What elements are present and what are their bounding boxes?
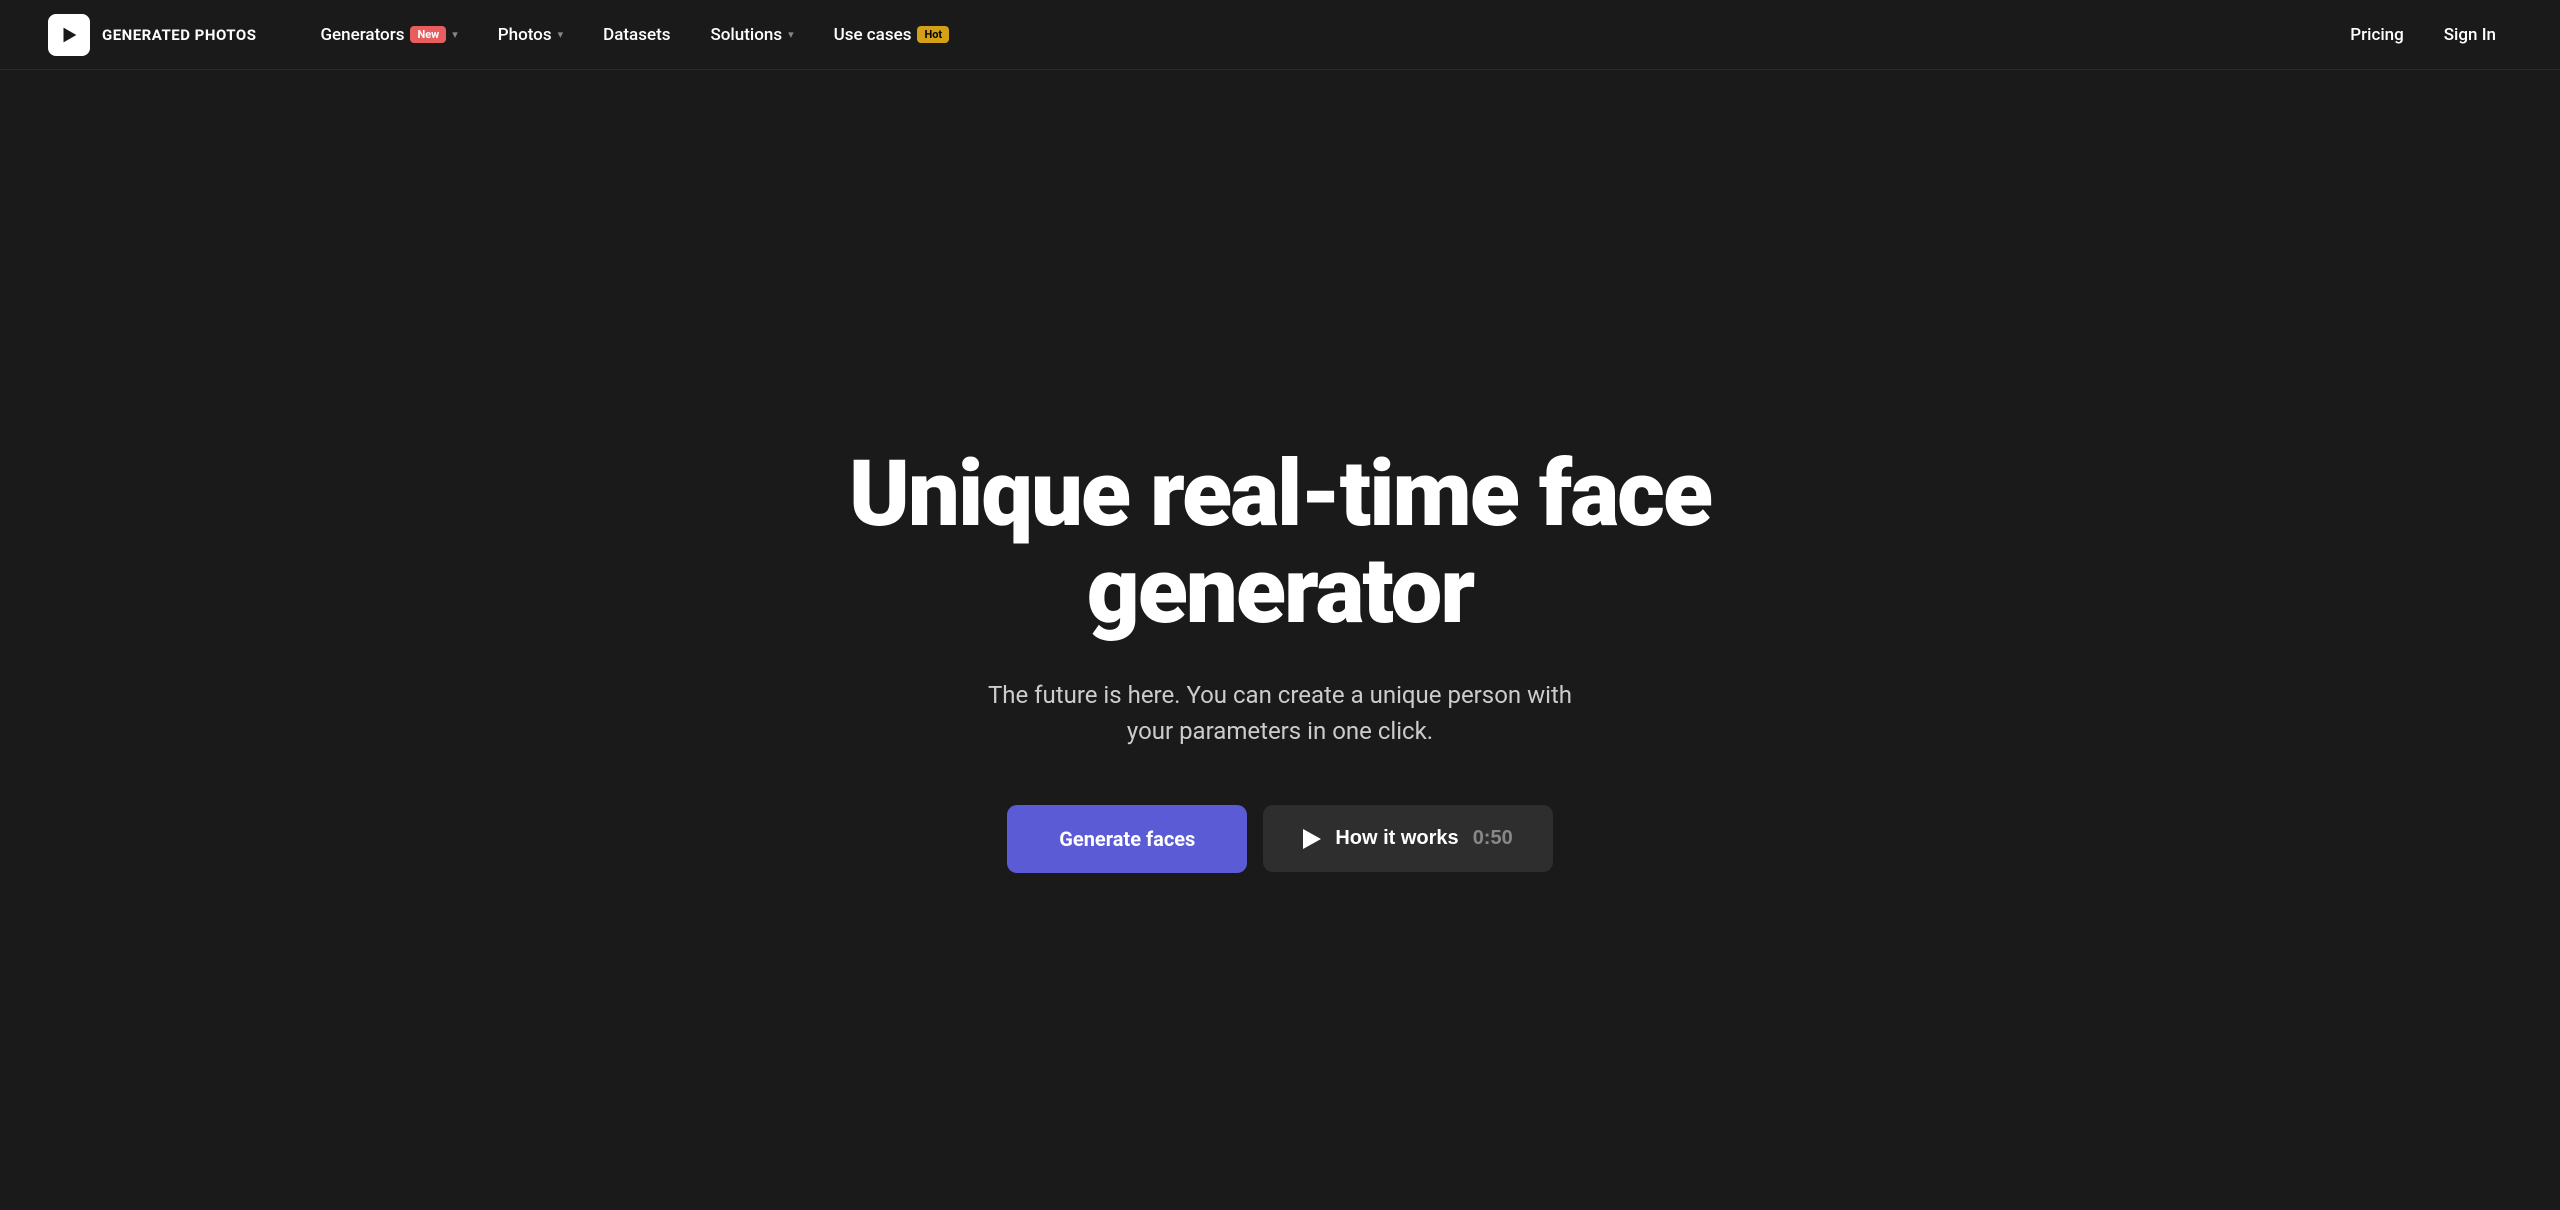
how-it-works-label: How it works <box>1335 827 1458 850</box>
badge-hot: Hot <box>917 26 949 43</box>
nav-links: Generators New ▾ Photos ▾ Datasets Solut… <box>304 17 2334 53</box>
navbar: GENERATED PHOTOS Generators New ▾ Photos… <box>0 0 2560 70</box>
nav-label-photos: Photos <box>498 25 552 45</box>
chevron-down-icon: ▾ <box>452 28 458 41</box>
nav-item-solutions[interactable]: Solutions ▾ <box>694 17 809 53</box>
nav-signin-link[interactable]: Sign In <box>2428 17 2512 53</box>
logo-link[interactable]: GENERATED PHOTOS <box>48 14 256 56</box>
nav-item-datasets[interactable]: Datasets <box>587 17 686 53</box>
nav-item-generators[interactable]: Generators New ▾ <box>304 17 473 53</box>
nav-right: Pricing Sign In <box>2334 17 2512 53</box>
generate-faces-button[interactable]: Generate faces <box>1007 805 1247 873</box>
chevron-down-icon: ▾ <box>558 28 564 41</box>
chevron-down-icon: ▾ <box>788 28 794 41</box>
hero-buttons: Generate faces How it works 0:50 <box>1007 805 1552 873</box>
hero-section: Unique real-time face generator The futu… <box>0 70 2560 1210</box>
nav-label-usecases: Use cases <box>834 25 912 45</box>
nav-label-solutions: Solutions <box>710 25 782 45</box>
hero-subtitle: The future is here. You can create a uni… <box>970 677 1590 749</box>
nav-item-usecases[interactable]: Use cases Hot <box>818 17 966 53</box>
nav-label-datasets: Datasets <box>603 25 670 45</box>
play-icon <box>1303 829 1321 849</box>
logo-icon <box>48 14 90 56</box>
logo-text: GENERATED PHOTOS <box>102 26 256 44</box>
nav-pricing-link[interactable]: Pricing <box>2334 17 2420 53</box>
video-duration: 0:50 <box>1473 827 1513 850</box>
badge-new: New <box>410 26 446 43</box>
nav-label-generators: Generators <box>320 25 404 45</box>
nav-item-photos[interactable]: Photos ▾ <box>482 17 579 53</box>
hero-title: Unique real-time face generator <box>830 447 1730 640</box>
how-it-works-button[interactable]: How it works 0:50 <box>1263 805 1552 872</box>
